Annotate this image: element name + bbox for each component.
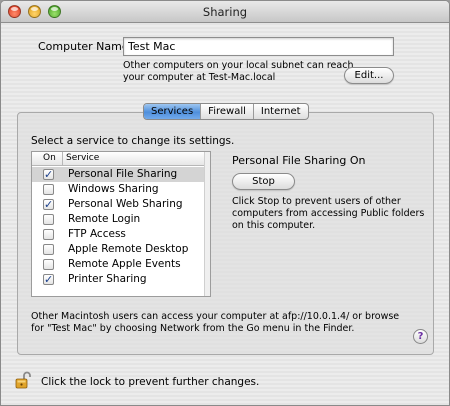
edit-button[interactable]: Edit... — [344, 67, 394, 84]
service-select-hint: Select a service to change its settings. — [31, 135, 235, 147]
service-label: FTP Access — [68, 228, 126, 240]
title-bar: Sharing — [1, 1, 449, 23]
services-list: On Service ✓ Personal File Sharing Windo… — [31, 151, 211, 297]
service-row-remote-apple-events[interactable]: Remote Apple Events — [32, 257, 206, 272]
afp-access-note: Other Macintosh users can access your co… — [31, 311, 400, 334]
sharing-window: Sharing Computer Name: Other computers o… — [0, 0, 450, 406]
services-list-scrollbar[interactable] — [204, 152, 210, 296]
column-divider — [62, 152, 63, 165]
service-checkbox[interactable] — [43, 229, 54, 240]
service-row-ftp-access[interactable]: FTP Access — [32, 227, 206, 242]
tab-firewall[interactable]: Firewall — [201, 104, 254, 119]
service-label: Personal File Sharing — [68, 168, 178, 180]
subnet-address-note: Other computers on your local subnet can… — [123, 60, 354, 83]
tab-bar: Services Firewall Internet — [143, 103, 309, 120]
service-checkbox[interactable]: ✓ — [43, 169, 54, 180]
service-checkbox[interactable] — [43, 259, 54, 270]
help-button[interactable]: ? — [413, 329, 428, 344]
stop-button[interactable]: Stop — [232, 173, 295, 190]
lock-note: Click the lock to prevent further change… — [41, 376, 260, 388]
service-row-personal-file-sharing[interactable]: ✓ Personal File Sharing — [32, 167, 206, 182]
stop-note: Click Stop to prevent users of other com… — [232, 196, 425, 231]
service-label: Remote Apple Events — [68, 258, 181, 270]
column-header-on[interactable]: On — [43, 152, 56, 165]
tab-services[interactable]: Services — [144, 104, 202, 119]
service-row-remote-login[interactable]: Remote Login — [32, 212, 206, 227]
service-label: Printer Sharing — [68, 273, 147, 285]
service-label: Apple Remote Desktop — [68, 243, 189, 255]
services-rows: ✓ Personal File Sharing Windows Sharing … — [32, 167, 206, 287]
computer-name-input[interactable] — [123, 37, 394, 56]
service-checkbox[interactable]: ✓ — [43, 199, 54, 210]
service-checkbox[interactable] — [43, 244, 54, 255]
window-title: Sharing — [202, 5, 248, 19]
column-header-service[interactable]: Service — [66, 152, 99, 165]
services-list-header: On Service — [32, 152, 210, 166]
service-label: Windows Sharing — [68, 183, 159, 195]
service-checkbox[interactable]: ✓ — [43, 274, 54, 285]
service-row-apple-remote-desktop[interactable]: Apple Remote Desktop — [32, 242, 206, 257]
service-label: Personal Web Sharing — [68, 198, 183, 210]
service-checkbox[interactable] — [43, 184, 54, 195]
tab-internet[interactable]: Internet — [254, 104, 308, 119]
service-row-personal-web-sharing[interactable]: ✓ Personal Web Sharing — [32, 197, 206, 212]
service-label: Remote Login — [68, 213, 141, 225]
service-row-printer-sharing[interactable]: ✓ Printer Sharing — [32, 272, 206, 287]
service-status-title: Personal File Sharing On — [232, 154, 366, 167]
computer-name-label: Computer Name: — [38, 40, 133, 53]
open-lock-icon[interactable] — [15, 371, 31, 389]
service-checkbox[interactable] — [43, 214, 54, 225]
service-row-windows-sharing[interactable]: Windows Sharing — [32, 182, 206, 197]
